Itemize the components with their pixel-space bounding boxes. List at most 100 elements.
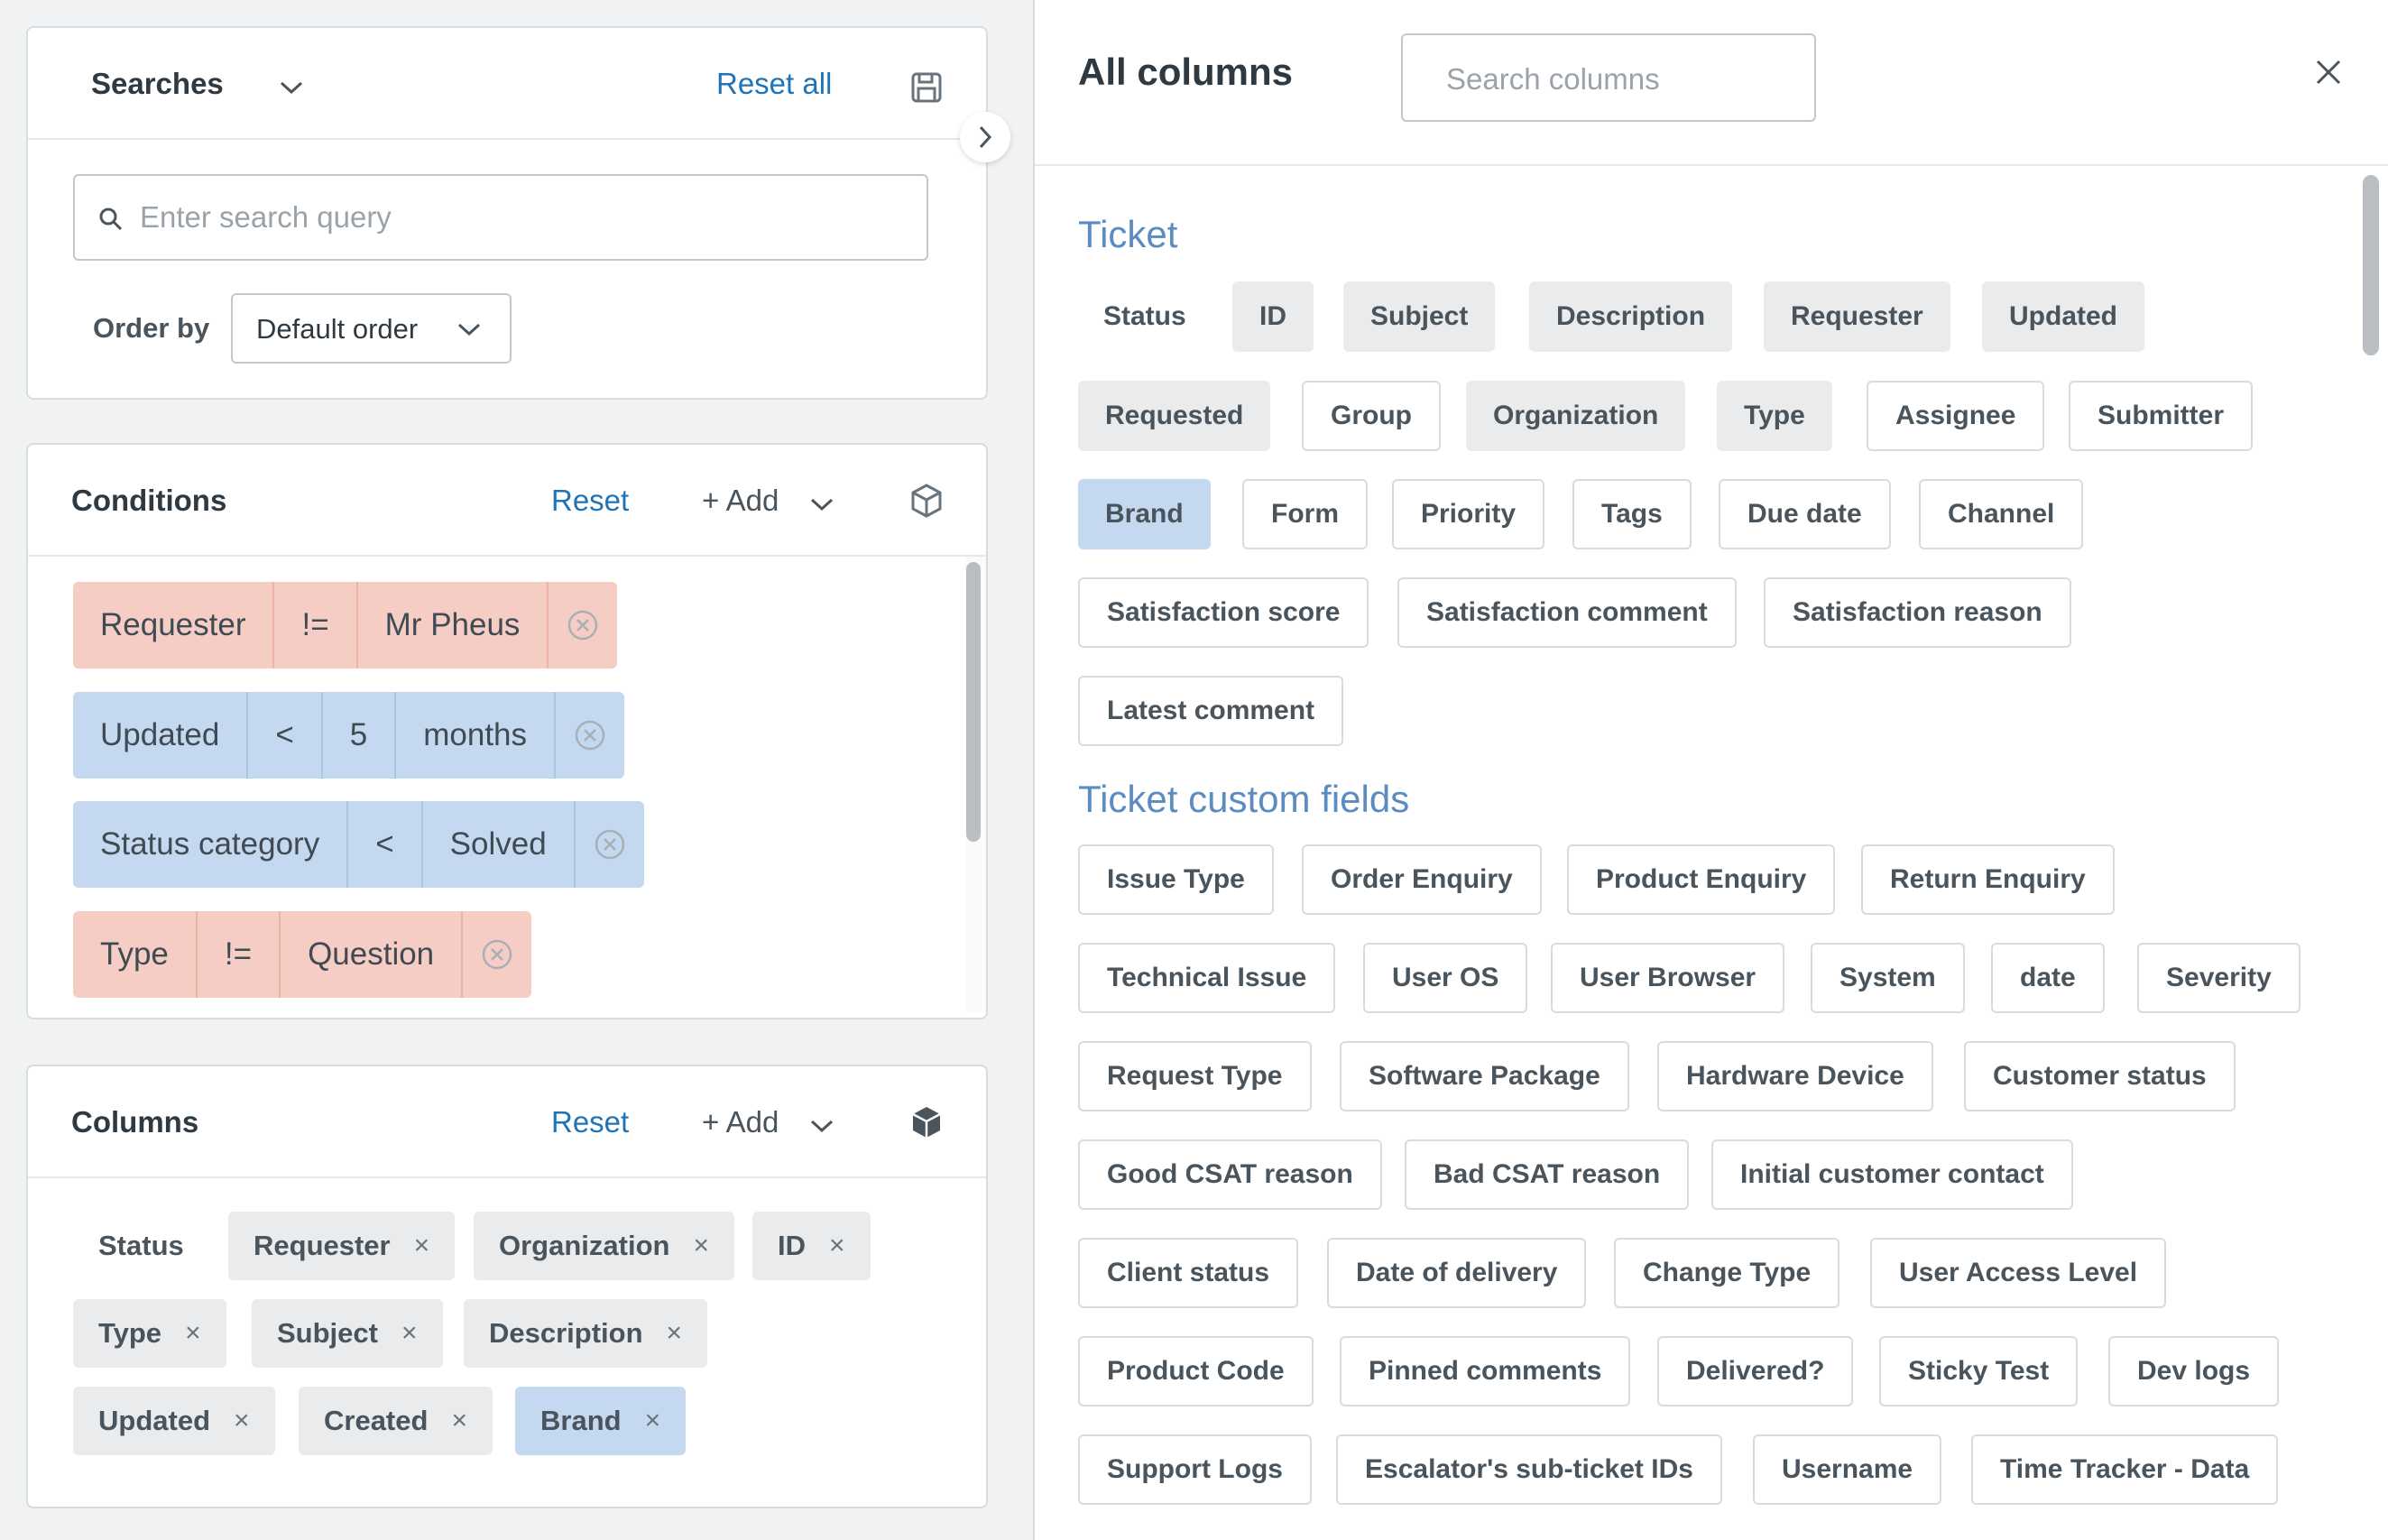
remove-icon[interactable]: × [401, 1318, 418, 1349]
column-chip[interactable]: Product Code [1078, 1336, 1314, 1406]
save-icon[interactable] [905, 66, 948, 109]
conditions-reset-link[interactable]: Reset [551, 484, 629, 518]
column-chip[interactable]: Escalator's sub-ticket IDs [1336, 1434, 1722, 1505]
column-chip[interactable]: Channel [1919, 479, 2084, 549]
column-chip[interactable]: Time Tracker - Data [1971, 1434, 2279, 1505]
column-chip[interactable]: Updated [1982, 281, 2144, 352]
column-tag-id[interactable]: ID × [752, 1212, 871, 1280]
column-chip[interactable]: Hardware Device [1657, 1041, 1933, 1111]
column-chip[interactable]: Description [1529, 281, 1733, 352]
condition-number[interactable]: 5 [320, 692, 394, 779]
column-chip-selected[interactable]: Brand [1078, 479, 1211, 549]
column-tag-requester[interactable]: Requester × [228, 1212, 456, 1280]
column-chip[interactable]: date [1991, 943, 2105, 1013]
cube-outline-icon[interactable] [905, 479, 948, 522]
column-chip[interactable]: Priority [1392, 479, 1545, 549]
column-chip[interactable]: Type [1717, 381, 1832, 451]
conditions-add-chevron-down-icon[interactable] [804, 486, 840, 522]
condition-field[interactable]: Requester [73, 582, 272, 669]
column-chip[interactable]: System [1811, 943, 1965, 1013]
column-chip[interactable]: Due date [1719, 479, 1891, 549]
column-chip[interactable]: Client status [1078, 1238, 1299, 1308]
columns-reset-link[interactable]: Reset [551, 1105, 629, 1139]
condition-operator[interactable]: != [272, 582, 355, 669]
all-columns-scrollbar-thumb[interactable] [2363, 175, 2379, 355]
column-tag-brand[interactable]: Brand × [515, 1387, 687, 1455]
condition-field[interactable]: Type [73, 911, 196, 998]
condition-field[interactable]: Status category [73, 801, 346, 888]
columns-add-button[interactable]: + Add [702, 1105, 779, 1139]
condition-row-type[interactable]: Type != Question [73, 911, 532, 998]
remove-icon[interactable]: × [667, 1318, 683, 1349]
column-chip[interactable]: Satisfaction comment [1397, 577, 1737, 648]
column-tag-created[interactable]: Created × [299, 1387, 493, 1455]
column-chip[interactable]: Assignee [1867, 381, 2045, 451]
column-chip[interactable]: ID [1232, 281, 1314, 352]
search-query-input[interactable]: Enter search query [73, 174, 928, 261]
column-chip[interactable]: Subject [1343, 281, 1496, 352]
condition-operator[interactable]: < [246, 692, 320, 779]
column-chip[interactable]: Sticky Test [1879, 1336, 2079, 1406]
condition-field[interactable]: Updated [73, 692, 246, 779]
condition-value[interactable]: Solved [420, 801, 574, 888]
column-chip[interactable]: Customer status [1964, 1041, 2236, 1111]
remove-icon[interactable]: × [829, 1231, 845, 1261]
column-chip[interactable]: Submitter [2069, 381, 2254, 451]
searches-chevron-down-icon[interactable] [273, 69, 309, 106]
condition-operator[interactable]: < [346, 801, 420, 888]
remove-icon[interactable]: × [645, 1406, 661, 1436]
cube-filled-icon[interactable] [905, 1101, 948, 1144]
condition-value[interactable]: Mr Pheus [355, 582, 548, 669]
close-icon[interactable] [2307, 51, 2350, 94]
column-chip[interactable]: Requester [1764, 281, 1950, 352]
column-chip[interactable]: Satisfaction score [1078, 577, 1369, 648]
column-chip[interactable]: Date of delivery [1327, 1238, 1587, 1308]
column-chip[interactable]: Bad CSAT reason [1405, 1139, 1690, 1210]
remove-icon[interactable]: × [693, 1231, 709, 1261]
column-chip[interactable]: Request Type [1078, 1041, 1312, 1111]
column-chip[interactable]: Form [1242, 479, 1368, 549]
column-chip[interactable]: Technical Issue [1078, 943, 1336, 1013]
column-chip[interactable]: Good CSAT reason [1078, 1139, 1382, 1210]
column-chip[interactable]: Issue Type [1078, 844, 1274, 915]
remove-icon[interactable]: × [414, 1231, 430, 1261]
column-chip[interactable]: Return Enquiry [1861, 844, 2115, 915]
column-tag-updated[interactable]: Updated × [73, 1387, 275, 1455]
column-chip[interactable]: User OS [1363, 943, 1528, 1013]
column-tag-subject[interactable]: Subject × [252, 1299, 443, 1368]
reset-all-link[interactable]: Reset all [716, 67, 832, 101]
column-chip[interactable]: Satisfaction reason [1764, 577, 2071, 648]
column-chip[interactable]: Dev logs [2108, 1336, 2280, 1406]
column-chip[interactable]: Requested [1078, 381, 1271, 451]
order-by-select[interactable]: Default order [231, 293, 512, 364]
columns-add-chevron-down-icon[interactable] [804, 1108, 840, 1144]
column-chip[interactable]: User Access Level [1870, 1238, 2167, 1308]
column-chip[interactable]: Product Enquiry [1567, 844, 1836, 915]
column-chip[interactable]: Tags [1572, 479, 1692, 549]
condition-row-status-category[interactable]: Status category < Solved [73, 801, 644, 888]
column-chip[interactable]: Support Logs [1078, 1434, 1312, 1505]
column-chip[interactable]: Latest comment [1078, 676, 1344, 746]
column-chip[interactable]: Change Type [1614, 1238, 1840, 1308]
condition-value[interactable]: Question [279, 911, 461, 998]
search-columns-input[interactable]: Search columns [1401, 33, 1816, 122]
column-chip[interactable]: Delivered? [1657, 1336, 1854, 1406]
conditions-add-button[interactable]: + Add [702, 484, 779, 518]
column-chip[interactable]: Username [1753, 1434, 1942, 1505]
remove-icon[interactable]: × [451, 1406, 467, 1436]
remove-icon[interactable]: × [234, 1406, 250, 1436]
remove-icon[interactable]: × [185, 1318, 201, 1349]
condition-value[interactable]: months [394, 692, 554, 779]
condition-row-updated[interactable]: Updated < 5 months [73, 692, 625, 779]
close-circle-icon[interactable] [461, 911, 531, 998]
column-chip[interactable]: Pinned comments [1340, 1336, 1631, 1406]
column-chip[interactable]: Group [1302, 381, 1441, 451]
column-chip[interactable]: Severity [2137, 943, 2300, 1013]
column-chip[interactable]: User Browser [1551, 943, 1785, 1013]
condition-row-requester[interactable]: Requester != Mr Pheus [73, 582, 618, 669]
column-chip[interactable]: Organization [1466, 381, 1686, 451]
column-chip[interactable]: Order Enquiry [1302, 844, 1542, 915]
close-circle-icon[interactable] [554, 692, 624, 779]
expand-panel-button[interactable] [960, 112, 1010, 162]
column-chip[interactable]: Software Package [1340, 1041, 1629, 1111]
